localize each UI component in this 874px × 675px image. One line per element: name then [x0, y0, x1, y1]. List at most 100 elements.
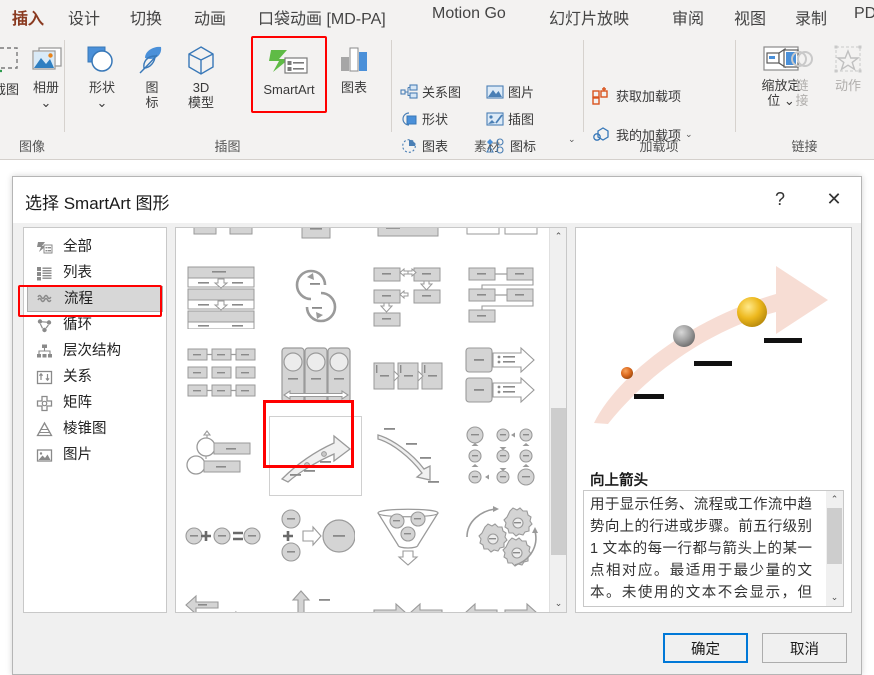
gallery-item[interactable]	[455, 416, 548, 496]
gallery-item[interactable]	[176, 496, 269, 576]
gallery-item[interactable]	[269, 576, 362, 612]
gallery-item[interactable]	[455, 256, 548, 336]
close-button[interactable]: ✕	[811, 177, 857, 221]
category-item-matrix[interactable]: 矩阵	[27, 390, 163, 416]
gallery-item[interactable]	[176, 576, 269, 612]
my-addins-chevron[interactable]: ⌄	[685, 129, 693, 140]
gallery-item[interactable]	[269, 496, 362, 576]
gallery-item[interactable]	[269, 256, 362, 336]
tab-design[interactable]: 设计	[64, 3, 104, 31]
picture-asset-button[interactable]: 图片	[486, 82, 534, 101]
category-item-list[interactable]: 列表	[27, 260, 163, 286]
up-arrow-preview-graphic	[594, 266, 828, 424]
model-3d-button[interactable]: 3D 模型	[176, 44, 226, 110]
category-item-cycle[interactable]: 循环	[27, 312, 163, 338]
my-addins-button[interactable]: 我的加载项 ⌄	[592, 125, 693, 144]
gallery-item[interactable]	[176, 416, 269, 496]
icon-asset-button[interactable]: 图标	[486, 136, 536, 155]
gallery-item[interactable]	[455, 228, 548, 256]
category-item-picture[interactable]: 图片	[27, 442, 163, 468]
dialog-title-text: 选择 SmartArt 图形	[25, 194, 170, 213]
tab-pdf[interactable]: PD	[850, 3, 874, 25]
my-addins-label: 我的加载项	[616, 128, 682, 143]
chart-button[interactable]: 图表	[330, 44, 378, 95]
gallery-item-up-arrow[interactable]	[269, 416, 362, 496]
tab-animations[interactable]: 动画	[190, 3, 230, 31]
gallery-item[interactable]	[362, 416, 455, 496]
gallery-item[interactable]	[269, 228, 362, 256]
smartart-label: SmartArt	[263, 82, 315, 97]
photo-album-chevron[interactable]: ⌄	[18, 95, 74, 110]
tab-transitions[interactable]: 切换	[126, 3, 166, 31]
gallery-item[interactable]	[362, 256, 455, 336]
shape-asset-button[interactable]: 形状	[400, 109, 448, 128]
link-button[interactable]: 链 接	[782, 44, 822, 108]
shapes-chevron[interactable]: ⌄	[75, 95, 129, 110]
shapes-button[interactable]: 形状 ⌄	[75, 44, 129, 110]
link-label-1: 链	[795, 78, 809, 93]
gallery-item[interactable]	[176, 228, 269, 256]
photo-album-button[interactable]: 相册 ⌄	[18, 44, 74, 110]
tab-insert[interactable]: 插入	[8, 3, 48, 37]
tab-slideshow[interactable]: 幻灯片放映	[545, 3, 633, 31]
gallery-item[interactable]	[455, 336, 548, 416]
tab-view[interactable]: 视图	[730, 3, 770, 31]
illustration-asset-label: 插图	[508, 112, 535, 127]
gallery-item[interactable]	[455, 576, 548, 612]
icons-label-1: 图	[145, 80, 159, 95]
ribbon: 插入 设计 切换 动画 口袋动画 [MD-PA] Motion Go 幻灯片放映…	[0, 0, 874, 160]
description-scroll-down-button[interactable]: ⌄	[826, 589, 843, 606]
link-icon	[791, 51, 813, 68]
gallery-row	[176, 496, 550, 576]
gallery-item[interactable]	[269, 336, 362, 416]
category-item-hierarchy[interactable]: 层次结构	[27, 338, 163, 364]
tab-motion-go[interactable]: Motion Go	[428, 3, 510, 25]
description-scrollbar-thumb[interactable]	[827, 508, 842, 564]
category-label: 矩阵	[63, 394, 92, 411]
smartart-button[interactable]: SmartArt	[254, 46, 324, 97]
get-addins-button[interactable]: 获取加载项	[592, 86, 681, 105]
picture-asset-label: 图片	[508, 85, 535, 100]
preview-title: 向上箭头	[590, 473, 648, 489]
chart-asset-button[interactable]: 图表	[400, 136, 448, 155]
gallery-scrollbar[interactable]: ⌃ ⌄	[549, 228, 566, 612]
dialog-footer: 确定 取消	[13, 625, 861, 674]
category-item-relationship[interactable]: 关系	[27, 364, 163, 390]
action-button[interactable]: 动作	[824, 44, 872, 93]
gallery-item[interactable]	[176, 336, 269, 416]
cancel-button[interactable]: 取消	[762, 633, 847, 663]
preview-description-box[interactable]: 用于显示任务、流程或工作流中趋势向上的行进或步骤。前五行级别 1 文本的每一行都…	[583, 490, 844, 607]
gallery-scroll-down-button[interactable]: ⌄	[550, 595, 566, 612]
gallery-scroll-up-button[interactable]: ⌃	[550, 228, 566, 245]
tab-record[interactable]: 录制	[791, 3, 831, 31]
action-label: 动作	[834, 78, 861, 93]
illustration-asset-button[interactable]: 插图	[486, 109, 534, 128]
ok-button[interactable]: 确定	[663, 633, 748, 663]
matrix-icon	[36, 395, 53, 411]
group-label-links: 链接	[791, 139, 818, 154]
category-item-process[interactable]: 流程	[27, 286, 163, 312]
category-item-all[interactable]: 全部	[27, 234, 163, 260]
tab-pocket-anim[interactable]: 口袋动画 [MD-PA]	[254, 3, 390, 31]
smartart-icon	[269, 50, 308, 74]
smartart-gallery[interactable]: ⌃ ⌄	[175, 227, 567, 613]
help-button[interactable]: ?	[757, 177, 803, 221]
gallery-item[interactable]	[362, 228, 455, 256]
relationship-diagram-button[interactable]: 关系图	[400, 82, 461, 101]
gallery-item[interactable]	[455, 496, 548, 576]
gallery-scrollbar-thumb[interactable]	[551, 408, 566, 555]
group-separator	[391, 40, 392, 132]
icon-asset-label: 图标	[510, 139, 537, 154]
category-item-pyramid[interactable]: 棱锥图	[27, 416, 163, 442]
gallery-item[interactable]	[176, 256, 269, 336]
tab-review[interactable]: 审阅	[668, 3, 708, 31]
link-label-2: 接	[795, 93, 809, 108]
icons-button[interactable]: 图 标	[130, 44, 174, 110]
description-scroll-up-button[interactable]: ⌃	[826, 491, 843, 508]
gallery-item[interactable]	[362, 336, 455, 416]
ribbon-tab-strip: 插入 设计 切换 动画 口袋动画 [MD-PA] Motion Go 幻灯片放映…	[0, 0, 874, 37]
gallery-item[interactable]	[362, 576, 455, 612]
gallery-item[interactable]	[362, 496, 455, 576]
assets-overflow-chevron[interactable]: ⌄	[568, 134, 576, 145]
description-scrollbar[interactable]: ⌃ ⌄	[826, 491, 843, 606]
